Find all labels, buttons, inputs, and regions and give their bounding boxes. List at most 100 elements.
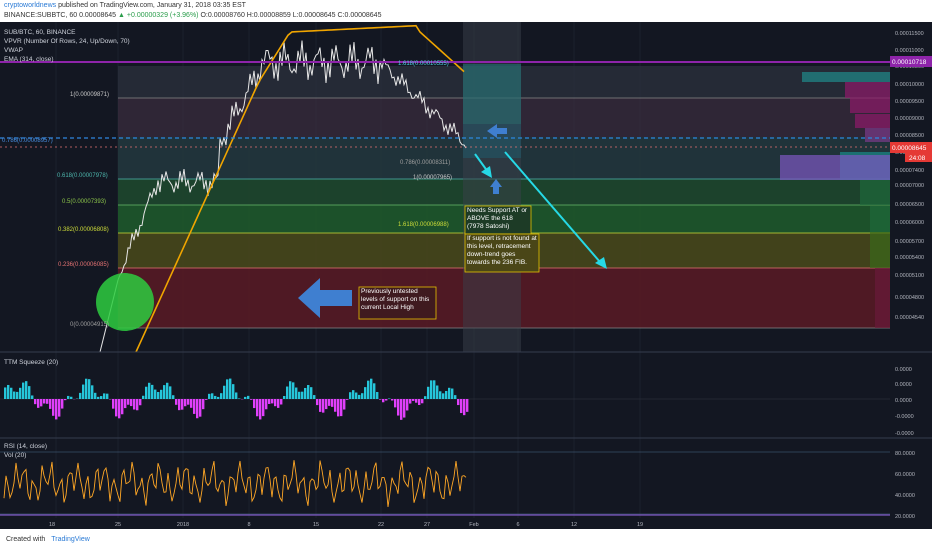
squeeze-bar <box>265 399 268 410</box>
ohlc-values: O:0.00008760 H:0.00008859 L:0.00008645 C… <box>200 12 382 19</box>
squeeze-bar <box>337 399 340 417</box>
vol-title: Vol (20) <box>4 452 26 459</box>
squeeze-bar <box>370 378 373 399</box>
squeeze-bar <box>94 392 97 399</box>
chart-svg[interactable]: 0.000115000.000110000.000105000.00010000… <box>0 22 932 529</box>
squeeze-bar <box>466 399 469 412</box>
squeeze-bar <box>289 381 292 399</box>
squeeze-bar <box>460 399 463 414</box>
squeeze-bar <box>82 384 85 399</box>
squeeze-bar <box>22 382 25 399</box>
squeeze-bar <box>52 399 55 416</box>
squeeze-bar <box>61 399 64 409</box>
squeeze-bar <box>439 391 442 399</box>
squeeze-bar <box>28 386 31 399</box>
squeeze-bar <box>322 399 325 413</box>
squeeze-bar <box>130 399 133 407</box>
price-axis: 0.000115000.000110000.000105000.00010000… <box>895 31 924 321</box>
time-axis-label: 22 <box>378 522 384 528</box>
rsi-title: RSI (14, close) <box>4 443 47 450</box>
rsi-axis-label: 60.0000 <box>895 472 915 478</box>
squeeze-bar <box>280 399 283 405</box>
squeeze-bar <box>115 399 118 417</box>
time-axis-label: 6 <box>516 522 519 528</box>
chart-area[interactable]: 0.000115000.000110000.000105000.00010000… <box>0 22 932 529</box>
rsi-axis: 80.000060.000040.000020.0000 <box>895 451 915 520</box>
squeeze-bar <box>223 385 226 399</box>
published-text: published on TradingView.com, January 31… <box>58 2 246 9</box>
squeeze-bar <box>85 378 88 399</box>
volume-profile-bar <box>850 98 890 113</box>
squeeze-bar <box>139 399 142 406</box>
squeeze-bar <box>229 378 232 399</box>
squeeze-bar <box>340 399 343 417</box>
squeeze-bar <box>31 395 34 399</box>
squeeze-bar <box>190 399 193 408</box>
squeeze-bar <box>181 399 184 410</box>
squeeze-bar <box>346 399 349 400</box>
time-axis-label: 8 <box>247 522 250 528</box>
squeeze-bar <box>172 395 175 399</box>
squeeze-bar <box>10 387 13 399</box>
squeeze-bar <box>148 382 151 399</box>
fib-label-right-1618a: 1.618(0.00010555) <box>398 61 449 67</box>
squeeze-bar <box>37 399 40 408</box>
squeeze-bar <box>364 387 367 399</box>
squeeze-bar <box>166 382 169 399</box>
squeeze-bar <box>124 399 127 409</box>
squeeze-bar <box>169 386 172 399</box>
squeeze-bar <box>145 386 148 399</box>
squeeze-bar <box>40 399 43 407</box>
volume-profile-bar <box>855 114 890 128</box>
fib-label-786: 0.786(0.00008957) <box>2 138 53 144</box>
squeeze-bar <box>196 399 199 419</box>
time-axis-label: 15 <box>313 522 319 528</box>
squeeze-bar <box>16 391 19 399</box>
squeeze-axis-label: 0.0000 <box>895 382 912 388</box>
squeeze-bar <box>112 399 115 409</box>
squeeze-bar <box>325 399 328 410</box>
tradingview-link[interactable]: TradingView <box>51 536 90 543</box>
note-retracement: If support is not found at this level, r… <box>464 233 540 273</box>
fib-labels-left: 1(0.00009871) 0.786(0.00008957) 0.618(0.… <box>2 92 109 328</box>
price-axis-label: 0.00004800 <box>895 295 924 301</box>
author-name[interactable]: cryptoworldnews <box>4 2 56 9</box>
squeeze-bar <box>382 399 385 403</box>
squeeze-bar <box>13 391 16 399</box>
squeeze-bar <box>433 380 436 399</box>
squeeze-bar <box>88 379 91 399</box>
squeeze-bar <box>211 393 214 399</box>
squeeze-bar <box>217 396 220 399</box>
fib-label-1: 1(0.00009871) <box>70 92 109 98</box>
squeeze-bar <box>175 399 178 405</box>
squeeze-bar <box>274 399 277 407</box>
squeeze-bar <box>100 396 103 399</box>
squeeze-bar <box>262 399 265 417</box>
note-support-618-text: Needs Support AT or ABOVE the 618 (7978 … <box>467 207 528 230</box>
squeeze-bar <box>304 387 307 399</box>
squeeze-bar <box>334 399 337 412</box>
price-axis-label: 0.00005700 <box>895 239 924 245</box>
squeeze-bar <box>301 391 304 399</box>
volume-profile-bar <box>870 232 890 268</box>
squeeze-bar <box>343 399 346 410</box>
squeeze-bar <box>394 399 397 408</box>
squeeze-bar <box>295 387 298 399</box>
rsi-axis-label: 80.0000 <box>895 451 915 457</box>
squeeze-bar <box>136 399 139 411</box>
squeeze-axis-label: -0.0000 <box>895 431 914 437</box>
indicator-vwap-label: VWAP <box>4 47 23 54</box>
fib-label-618: 0.618(0.00007978) <box>57 173 108 179</box>
squeeze-bar <box>307 385 310 399</box>
squeeze-bar <box>367 380 370 399</box>
squeeze-bar <box>448 387 451 399</box>
squeeze-bar <box>319 399 322 412</box>
volume-profile-bar <box>845 82 890 98</box>
volume-profile-bar <box>865 128 890 142</box>
time-axis-label: 27 <box>424 522 430 528</box>
squeeze-bar <box>127 399 130 405</box>
squeeze-bar <box>286 386 289 399</box>
volume-profile-bar <box>780 155 890 180</box>
squeeze-bar <box>79 392 82 399</box>
time-axis-label: 18 <box>49 522 55 528</box>
